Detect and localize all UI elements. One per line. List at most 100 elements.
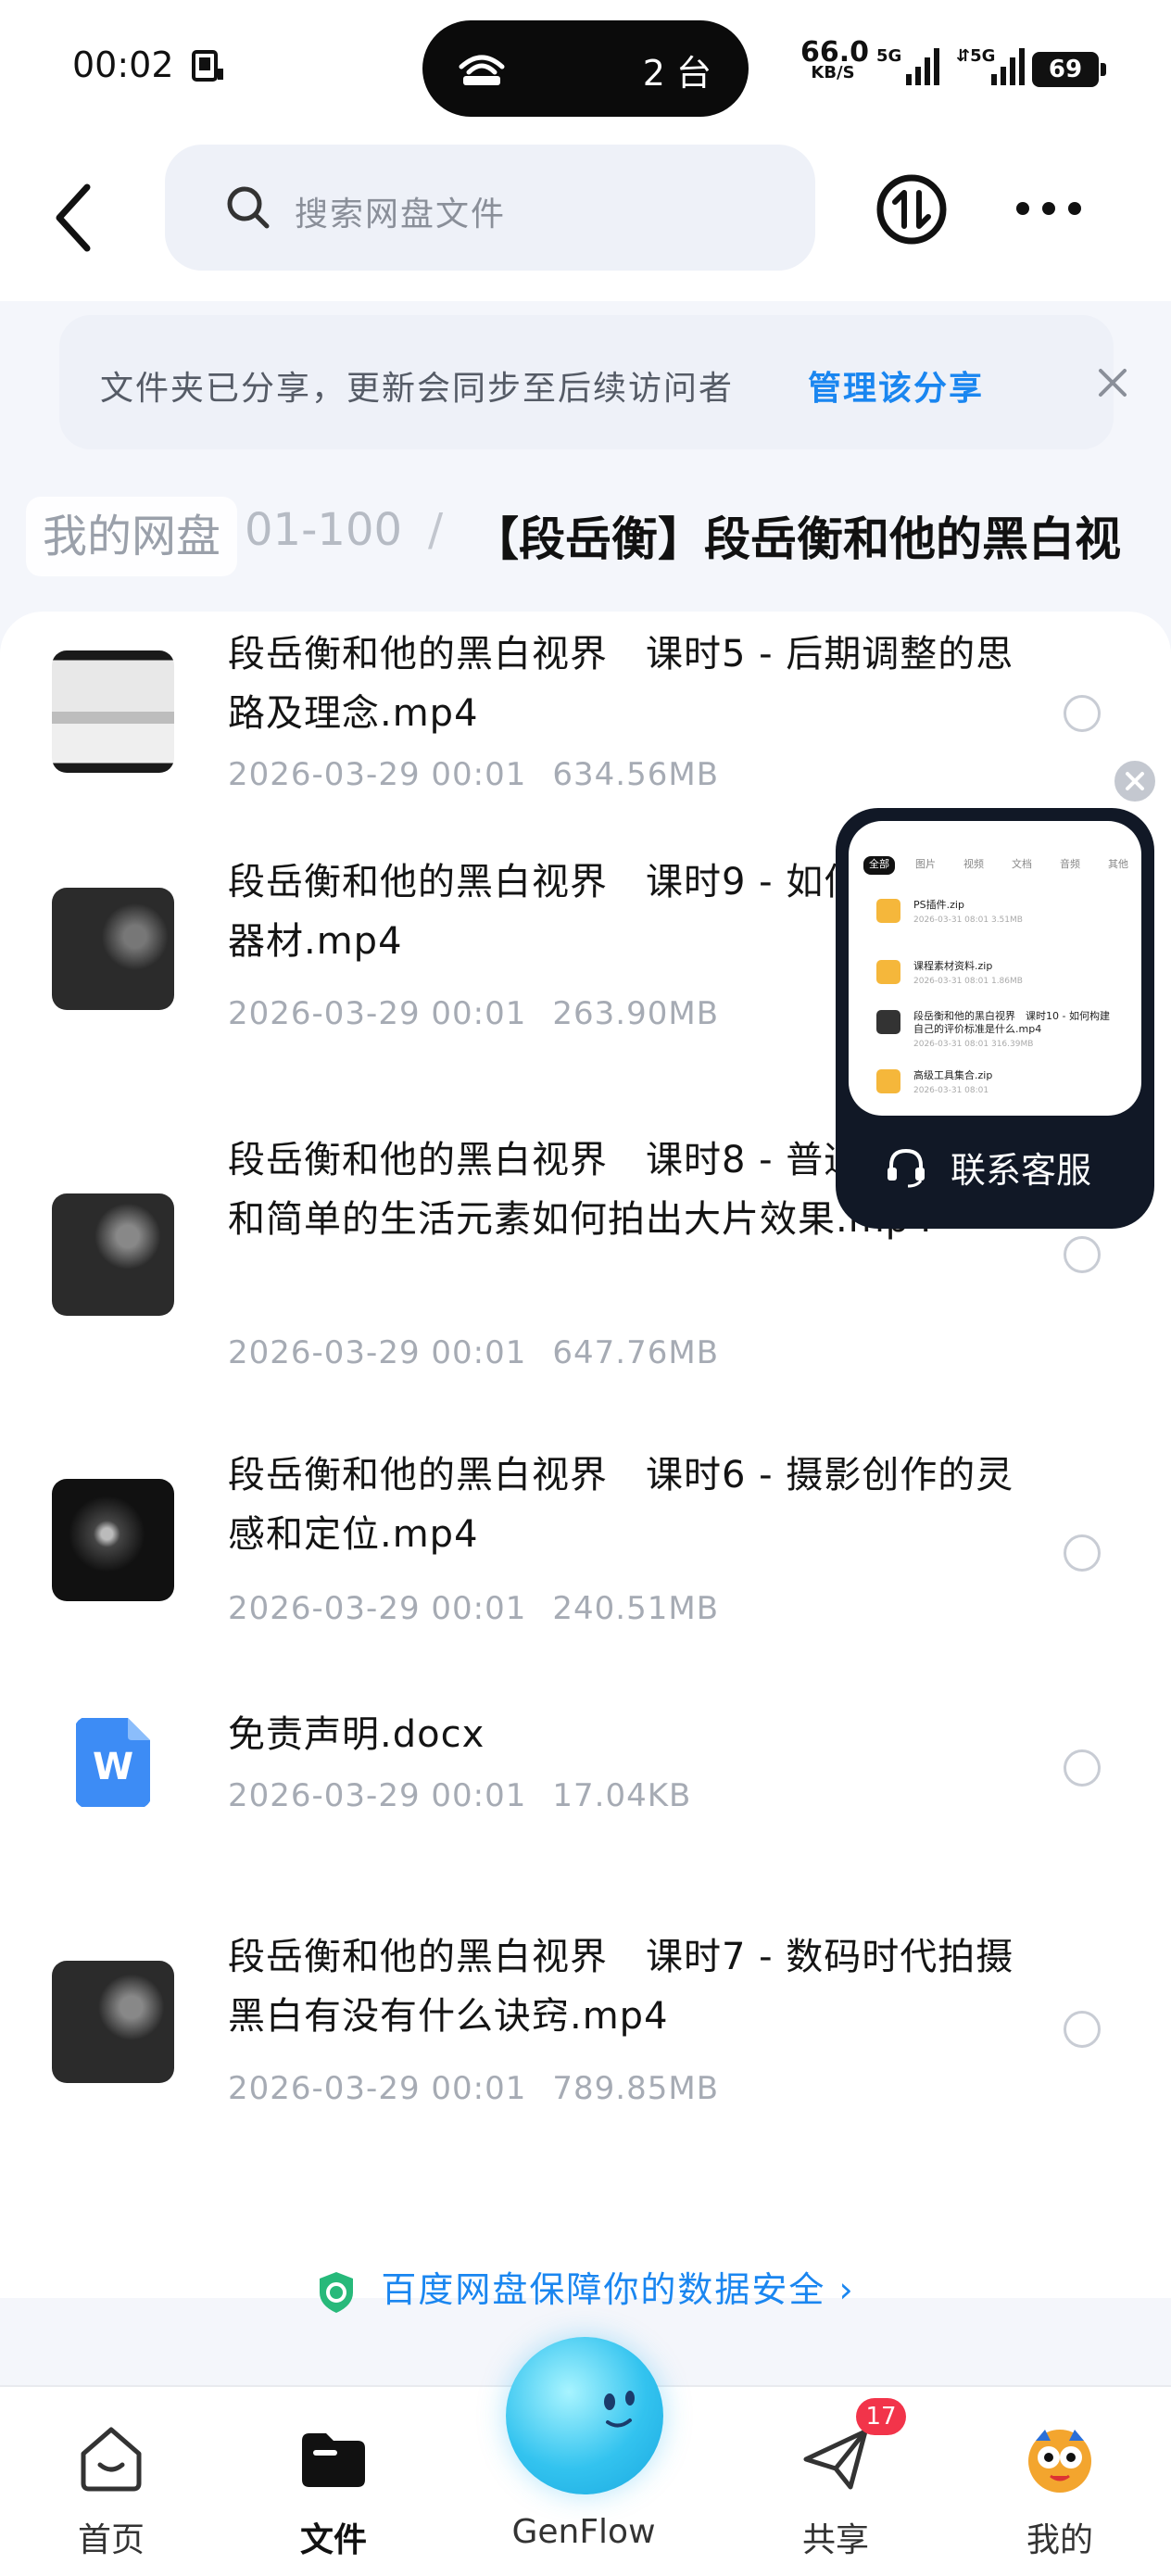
share-notification-badge: 17 (856, 2398, 906, 2435)
video-thumbnail (52, 1961, 174, 2083)
file-meta: 2026-03-29 00:01 263.90MB (228, 995, 719, 1032)
file-name: 段岳衡和他的黑白视界 课时6 - 摄影创作的灵感和定位.mp4 (228, 1454, 1014, 1556)
genflow-button[interactable] (506, 2337, 663, 2494)
video-thumbnail (876, 1010, 900, 1034)
video-thumbnail (52, 888, 174, 1010)
mini-title: 高级工具集合.zip (913, 1069, 993, 1081)
file-date: 2026-03-29 00:01 (228, 756, 527, 793)
breadcrumb: 我的网盘 01-100 / 【段岳衡】段岳衡和他的黑白视 (0, 482, 1171, 584)
status-time: 00:02 (72, 44, 174, 85)
list-item[interactable]: 段岳衡和他的黑白视界 课时6 - 摄影创作的灵感和定位.mp4 2026-03-… (0, 1446, 1171, 1631)
file-meta: 2026-03-29 00:01 647.76MB (228, 1334, 719, 1371)
chevron-right-icon: › (838, 2269, 855, 2310)
file-date: 2026-03-29 00:01 (228, 1590, 527, 1627)
avatar (1028, 2430, 1091, 2493)
file-date: 2026-03-29 00:01 (228, 995, 527, 1032)
file-name: 段岳衡和他的黑白视界 课时7 - 数码时代拍摄黑白有没有什么诀窍.mp4 (228, 1936, 1014, 2038)
mini-list-item: PS插件.zip 2026-03-31 08:01 3.51MB (876, 899, 1136, 936)
mini-tab: 图片 (915, 858, 936, 870)
nav-genflow-label: GenFlow (511, 2513, 656, 2551)
share-notice-text: 文件夹已分享，更新会同步至后续访问者 (100, 370, 735, 408)
mini-sub: 2026-03-31 08:01 (913, 1086, 989, 1095)
file-name: 免责声明.docx (228, 1713, 485, 1756)
list-item[interactable]: W 免责声明.docx 2026-03-29 00:01 17.04KB (0, 1705, 1171, 1835)
list-item[interactable]: 段岳衡和他的黑白视界 课时7 - 数码时代拍摄黑白有没有什么诀窍.mp4 202… (0, 1927, 1171, 2131)
signal-5g-secondary-icon: ⇵5G (956, 46, 1025, 85)
breadcrumb-current-folder: 【段岳衡】段岳衡和他的黑白视 (472, 512, 1121, 566)
zip-icon (876, 960, 900, 984)
svg-text:⇵5G: ⇵5G (956, 46, 995, 66)
nav-files-label: 文件 (299, 2521, 367, 2559)
nav-home[interactable]: 首页 (37, 2387, 185, 2576)
zip-icon (876, 1069, 900, 1093)
sort-icon[interactable] (875, 172, 949, 246)
more-options-icon[interactable] (1012, 185, 1086, 232)
mini-title: 段岳衡和他的黑白视界 课时10 - 如何构建自己的评价标准是什么.mp4 (913, 1010, 1110, 1035)
file-meta: 2026-03-29 00:01 634.56MB (228, 756, 719, 793)
data-safety-link[interactable]: 百度网盘保障你的数据安全 › (0, 2261, 1171, 2315)
mini-list-item: 段岳衡和他的黑白视界 课时10 - 如何构建自己的评价标准是什么.mp4 202… (876, 1010, 1136, 1062)
mini-title: 课程素材资料.zip (913, 960, 993, 972)
genflow-mascot-icon (604, 2391, 635, 2428)
customer-service-label: 联系客服 (950, 1150, 1091, 1191)
breadcrumb-folder[interactable]: 01-100 (245, 504, 402, 556)
breadcrumb-home[interactable]: 我的网盘 (26, 497, 238, 576)
back-arrow-icon[interactable] (46, 176, 102, 259)
nav-me[interactable]: 我的 (986, 2387, 1134, 2576)
mini-tab: 音频 (1060, 858, 1080, 870)
file-size: 647.76MB (552, 1334, 720, 1371)
search-placeholder: 搜索网盘文件 (295, 196, 507, 234)
video-thumbnail (52, 650, 174, 773)
svg-text:5G: 5G (876, 46, 901, 66)
mini-sub: 2026-03-31 08:01 3.51MB (913, 915, 1023, 925)
file-size: 240.51MB (552, 1590, 720, 1627)
file-name: 段岳衡和他的黑白视界 课时5 - 后期调整的思路及理念.mp4 (228, 633, 1014, 735)
video-thumbnail (52, 1479, 174, 1601)
status-bar: 00:02 2 台 66.0 KB/S 5G ⇵5G 69 (0, 0, 1171, 139)
file-meta: 2026-03-29 00:01 17.04KB (228, 1777, 691, 1814)
file-meta: 2026-03-29 00:01 240.51MB (228, 1590, 719, 1627)
manage-share-link[interactable]: 管理该分享 (808, 361, 984, 410)
search-input[interactable]: 搜索网盘文件 (165, 145, 815, 271)
zip-icon (876, 899, 900, 923)
battery-indicator: 69 (1032, 52, 1106, 87)
nav-files[interactable]: 文件 (259, 2387, 408, 2576)
close-icon (1126, 772, 1144, 790)
mini-tab: 其他 (1108, 858, 1128, 870)
nav-home-label: 首页 (77, 2521, 145, 2559)
customer-service-float[interactable]: 全部 图片 视频 文档 音频 其他 PS插件.zip 2026-03-31 08… (836, 808, 1154, 1229)
home-icon (81, 2427, 142, 2492)
hotspot-icon (459, 55, 505, 85)
sim-card-icon (192, 50, 223, 82)
file-date: 2026-03-29 00:01 (228, 2070, 527, 2107)
nav-share-label: 共享 (801, 2521, 869, 2559)
close-icon[interactable] (1093, 363, 1132, 402)
file-date: 2026-03-29 00:01 (228, 1334, 527, 1371)
share-notice-banner: 文件夹已分享，更新会同步至后续访问者 管理该分享 (59, 315, 1127, 449)
nav-me-label: 我的 (1026, 2521, 1093, 2559)
net-speed: 66.0 KB/S (800, 39, 869, 82)
select-checkbox[interactable] (1064, 1236, 1101, 1273)
word-doc-icon: W (76, 1718, 150, 1807)
list-item[interactable]: 段岳衡和他的黑白视界 课时5 - 后期调整的思路及理念.mp4 2026-03-… (0, 612, 1171, 797)
mini-sub: 2026-03-31 08:01 316.39MB (913, 1040, 1034, 1049)
mini-list-item: 高级工具集合.zip 2026-03-31 08:01 (876, 1069, 1136, 1106)
select-checkbox[interactable] (1064, 2011, 1101, 2048)
file-meta: 2026-03-29 00:01 789.85MB (228, 2070, 719, 2107)
shield-icon (320, 2271, 354, 2313)
svg-text:W: W (93, 1746, 133, 1788)
signal-5g-icon: 5G (876, 46, 939, 85)
file-date: 2026-03-29 00:01 (228, 1777, 527, 1814)
mini-tab: 文档 (1012, 858, 1032, 870)
top-header: 搜索网盘文件 (0, 139, 1171, 301)
mini-tab: 全部 (863, 856, 895, 875)
select-checkbox[interactable] (1064, 695, 1101, 732)
file-size: 634.56MB (552, 756, 720, 793)
select-checkbox[interactable] (1064, 1534, 1101, 1572)
dynamic-island-pill[interactable]: 2 台 (422, 20, 749, 117)
float-close-icon[interactable] (1112, 758, 1158, 804)
mini-sub: 2026-03-31 08:01 1.86MB (913, 977, 1023, 986)
file-size: 17.04KB (552, 1777, 692, 1814)
folder-icon (302, 2433, 365, 2487)
select-checkbox[interactable] (1064, 1749, 1101, 1787)
